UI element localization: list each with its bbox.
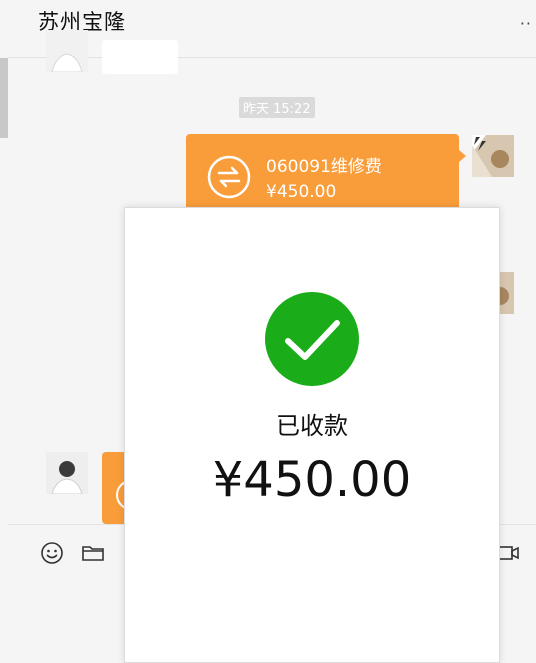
transfer-title: 060091维修费 [266,157,382,177]
folder-icon[interactable] [81,541,105,565]
more-icon[interactable]: ·· [520,14,532,33]
contact-avatar[interactable] [46,30,88,72]
contact-avatar-2[interactable] [46,452,88,494]
payment-received-dialog: 已收款 ¥450.00 [124,207,500,663]
transfer-amount: ¥450.00 [266,182,337,202]
transfer-icon [207,155,251,199]
emoji-icon[interactable] [40,541,64,565]
my-avatar[interactable] [472,135,514,177]
message-timestamp: 昨天 15:22 [239,97,315,118]
payment-status-label: 已收款 [276,412,348,440]
message-bubble[interactable] [102,40,178,74]
payment-amount: ¥450.00 [212,452,412,508]
sidebar-scrollbar[interactable] [0,58,8,138]
check-icon [265,292,359,386]
